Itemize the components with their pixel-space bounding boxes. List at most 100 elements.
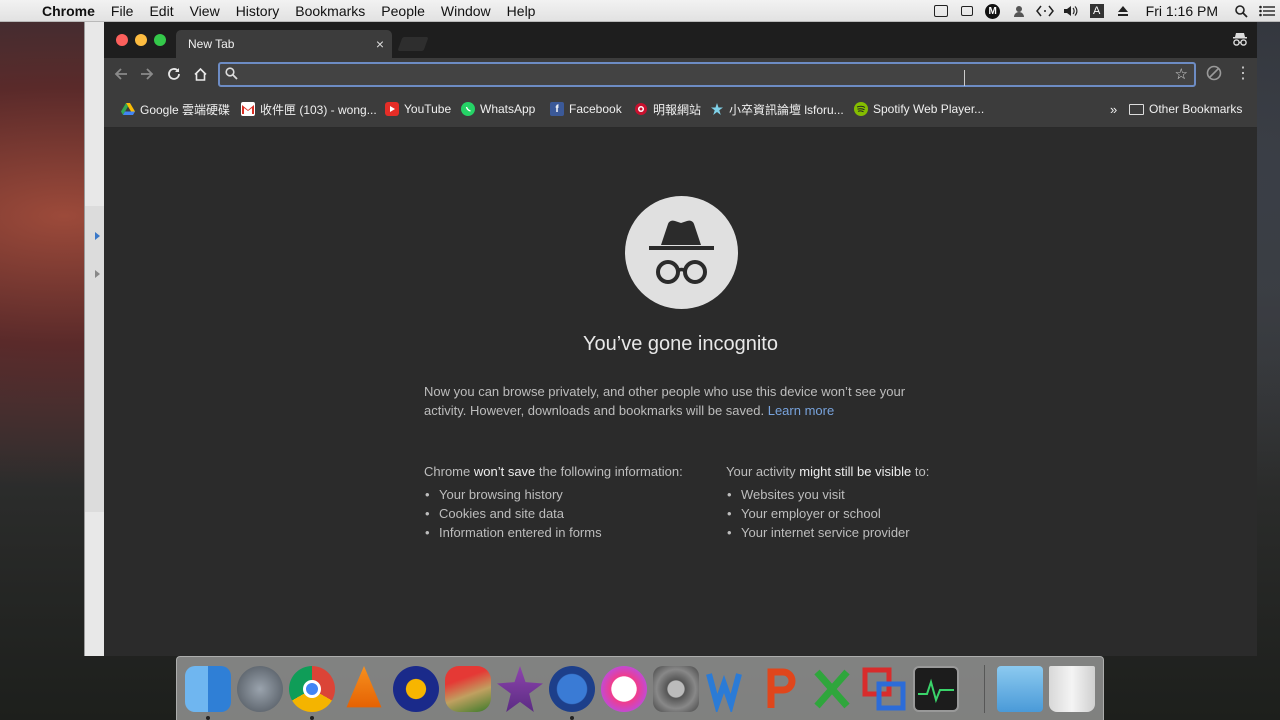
incognito-icon [625,196,738,309]
home-button[interactable] [190,64,210,84]
bookmark-youtube[interactable]: YouTube [385,101,451,117]
home-icon [193,67,207,81]
tab-new-tab[interactable]: New Tab × [176,30,392,58]
eject-icon[interactable] [1110,0,1136,22]
bookmark-gmail[interactable]: 收件匣 (103) - wong... [241,101,377,117]
tab-strip: New Tab × [104,22,1257,58]
bookmark-spotify[interactable]: Spotify Web Player... [854,101,984,117]
screen-mirror-icon[interactable] [954,0,980,22]
page-title: You’ve gone incognito [583,333,778,355]
incognito-page: You’ve gone incognito Now you can browse… [104,129,1257,656]
bookmark-label: 小卒資訊論壇 lsforu... [729,102,844,117]
tab-close-icon[interactable]: × [376,36,384,52]
bookmark-label: Spotify Web Player... [873,102,985,116]
close-window-button[interactable] [116,34,128,46]
mingpao-icon [635,103,647,115]
zoom-window-button[interactable] [154,34,166,46]
disclosure-triangle-icon[interactable] [95,232,100,240]
disclosure-triangle-icon[interactable] [95,270,100,278]
minimize-window-button[interactable] [135,34,147,46]
wont-save-column: Chrome won’t save the following informat… [424,464,683,542]
chrome-icon-center [303,680,321,698]
menu-view[interactable]: View [182,3,228,19]
bookmark-label: 明報網站 [653,102,702,117]
vlc-icon[interactable] [346,666,382,708]
forum-icon [711,103,723,115]
wont-save-list: Your browsing history Cookies and site d… [424,485,683,542]
heading-emphasis: might still be visible [799,464,912,479]
bookmark-whatsapp[interactable]: WhatsApp [461,101,535,117]
itunes-icon[interactable] [601,666,647,712]
bookmark-label: WhatsApp [480,102,536,116]
trash-icon[interactable] [1049,666,1095,712]
bookmark-google-drive[interactable]: Google 雲端硬碟 [121,101,230,117]
chrome-window: New Tab × ☆ ⋮ Google 雲端硬碟 收件匣 (103) - wo… [104,22,1257,656]
heading-text: to: [911,464,930,479]
learn-more-link[interactable]: Learn more [768,403,834,418]
bookmark-label: Google 雲端硬碟 [140,102,231,117]
finder-icon[interactable] [185,666,231,712]
facetime-icon[interactable] [928,0,954,22]
dock [176,656,1104,720]
parallels-icon[interactable] [861,666,907,712]
menu-people[interactable]: People [373,3,433,19]
menu-window[interactable]: Window [433,3,499,19]
back-arrow-icon [114,68,127,80]
forward-button[interactable] [137,64,157,84]
still-visible-column: Your activity might still be visible to:… [726,464,929,542]
folder-icon [1129,103,1144,115]
bookmark-star-icon[interactable]: ☆ [1175,65,1188,83]
omnibox[interactable]: ☆ [218,62,1196,87]
code-icon[interactable] [1032,0,1058,22]
audacity-icon[interactable] [393,666,439,712]
omnibox-input[interactable] [242,65,1172,84]
back-button[interactable] [111,64,131,84]
launchpad-icon[interactable] [237,666,283,712]
system-preferences-icon[interactable] [653,666,699,712]
status-area: M A Fri 1:16 PM [928,0,1280,22]
cocktail-icon[interactable] [445,666,491,712]
word-icon[interactable] [705,666,751,715]
photo-booth-icon[interactable] [549,666,595,712]
google-drive-icon [121,103,135,115]
reload-button[interactable] [164,64,184,84]
input-source-icon[interactable]: A [1084,0,1110,22]
menu-edit[interactable]: Edit [141,3,181,19]
clock[interactable]: Fri 1:16 PM [1136,3,1228,19]
bookmark-label: YouTube [404,102,452,116]
heading-text: Chrome [424,464,474,479]
spotlight-search-icon[interactable] [1228,0,1254,22]
list-item: Cookies and site data [424,504,683,523]
bookmark-forum[interactable]: 小卒資訊論壇 lsforu... [710,101,844,117]
activity-monitor-icon[interactable] [913,666,959,712]
menu-bookmarks[interactable]: Bookmarks [287,3,373,19]
user-icon[interactable] [1006,0,1032,22]
bookmarks-overflow-button[interactable]: » [1110,101,1117,117]
new-tab-button[interactable] [397,37,429,51]
other-bookmarks-folder[interactable]: Other Bookmarks [1129,101,1242,117]
powerpoint-icon[interactable] [757,666,803,712]
list-item: Your internet service provider [726,523,929,542]
imovie-icon[interactable] [497,666,543,712]
menu-history[interactable]: History [228,3,288,19]
volume-icon[interactable] [1058,0,1084,22]
app-menu[interactable]: Chrome [34,3,103,19]
menu-bar: Chrome File Edit View History Bookmarks … [0,0,1280,22]
malwarebytes-icon[interactable]: M [980,0,1006,22]
menu-file[interactable]: File [103,3,142,19]
notification-center-icon[interactable] [1254,0,1280,22]
bookmark-facebook[interactable]: f Facebook [550,101,622,117]
chrome-icon[interactable] [289,666,335,712]
whatsapp-icon [461,102,475,116]
extension-blocker-icon[interactable] [1206,65,1222,81]
chrome-menu-button[interactable]: ⋮ [1235,64,1251,84]
still-visible-list: Websites you visit Your employer or scho… [726,485,929,542]
menu-help[interactable]: Help [499,3,544,19]
running-indicator [310,716,314,720]
incognito-badge-icon [1233,33,1247,46]
downloads-folder-icon[interactable] [997,666,1043,712]
bookmark-label: 收件匣 (103) - wong... [260,102,377,117]
text-cursor-icon [964,70,967,86]
bookmark-mingpao[interactable]: 明報網站 [634,101,701,117]
excel-icon[interactable] [809,666,855,712]
